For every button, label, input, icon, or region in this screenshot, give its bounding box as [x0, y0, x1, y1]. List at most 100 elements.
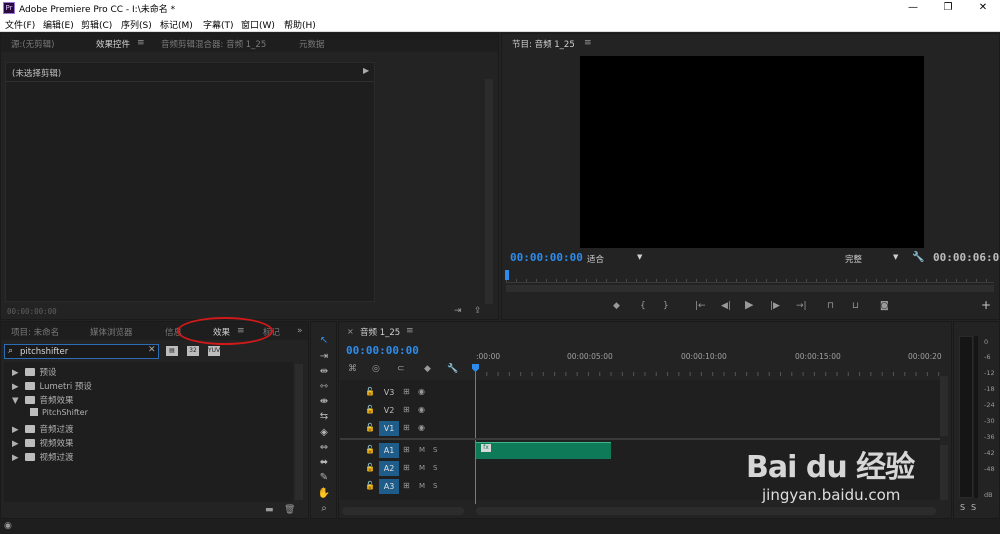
step-back-icon[interactable]: ◀| [721, 301, 731, 311]
tab-program[interactable]: 节目: 音频 1_25 [512, 38, 575, 50]
panel-menu-icon[interactable]: ≡ [406, 326, 414, 336]
expand-arrow-icon[interactable]: ▶ [12, 425, 19, 435]
eye-icon[interactable]: ◉ [418, 423, 425, 433]
track-divider[interactable] [340, 438, 940, 440]
extract-icon[interactable]: ⊔ [852, 301, 859, 311]
status-icon[interactable]: ◉ [4, 521, 12, 531]
new-folder-icon[interactable]: ▬ [265, 505, 274, 515]
quality-dropdown[interactable]: 完整 ▼ [845, 253, 905, 265]
go-to-out-icon[interactable]: →| [796, 301, 807, 311]
lock-icon[interactable]: 🔓 [365, 423, 375, 433]
track-target-a3[interactable]: A3 [379, 479, 399, 494]
pen-tool-icon[interactable]: ✎ [315, 471, 333, 485]
step-forward-icon[interactable]: |▶ [770, 301, 780, 311]
timeline-timecode[interactable]: 00:00:00:00 [346, 344, 419, 357]
audio-clip[interactable]: fx [476, 442, 611, 459]
program-zoom-bar[interactable] [506, 285, 994, 292]
add-marker-icon[interactable]: ◆ [424, 364, 431, 374]
lift-icon[interactable]: ⊓ [827, 301, 834, 311]
solo-right-button[interactable]: S [971, 503, 976, 512]
tab-project[interactable]: 项目: 未命名 [11, 326, 59, 338]
lock-icon[interactable]: 🔓 [365, 387, 375, 397]
effects-search-box[interactable]: ⌕ ✕ [4, 344, 159, 359]
ripple-edit-tool-icon[interactable]: ⇹ [315, 365, 333, 379]
solo-button[interactable]: S [433, 445, 437, 455]
mute-button[interactable]: M [419, 481, 425, 491]
sync-lock-icon[interactable]: ⊞ [403, 445, 410, 455]
32bit-effects-icon[interactable]: 32 [187, 346, 199, 356]
minimize-button[interactable]: — [898, 1, 928, 15]
solo-button[interactable]: S [433, 481, 437, 491]
track-target-a1[interactable]: A1 [379, 443, 399, 458]
scrollbar[interactable] [295, 364, 303, 500]
close-tab-icon[interactable]: × [347, 327, 354, 337]
sync-lock-icon[interactable]: ⊞ [403, 481, 410, 491]
play-icon[interactable]: ▶ [745, 299, 753, 310]
expand-arrow-icon[interactable]: ▶ [12, 453, 19, 463]
video-tracks-scrollbar[interactable] [940, 376, 948, 436]
timeline-settings-icon[interactable]: 🔧 [447, 364, 458, 374]
panel-menu-icon[interactable]: ≡ [584, 38, 592, 48]
mute-button[interactable]: M [419, 445, 425, 455]
lock-icon[interactable]: 🔓 [365, 445, 375, 455]
settings-wrench-icon[interactable]: 🔧 [912, 253, 924, 263]
restore-button[interactable]: ❐ [933, 1, 963, 15]
rate-stretch-tool-icon[interactable]: ⇼ [315, 395, 333, 409]
tab-media-browser[interactable]: 媒体浏览器 [90, 326, 133, 338]
timeline-ruler[interactable] [475, 366, 941, 378]
export-frame-icon[interactable]: ◙ [880, 301, 889, 311]
expand-arrow-icon[interactable]: ▶ [12, 382, 19, 392]
export-icon[interactable]: ⇥ [454, 306, 462, 316]
program-time-ruler[interactable] [506, 271, 994, 283]
eye-icon[interactable]: ◉ [418, 405, 425, 415]
collapse-arrow-icon[interactable]: ▼ [12, 396, 19, 406]
tab-audio-clip-mixer[interactable]: 音频剪辑混合器: 音频 1_25 [161, 38, 266, 50]
tab-sequence[interactable]: 音频 1_25 [360, 326, 400, 338]
track-select-tool-icon[interactable]: ⇥ [315, 350, 333, 364]
slip-tool-icon[interactable]: ⇆ [315, 410, 333, 424]
lock-icon[interactable]: 🔓 [365, 463, 375, 473]
slide-tool-icon[interactable]: ⇔ [315, 441, 333, 455]
accelerated-effects-icon[interactable]: ▤ [166, 346, 178, 356]
tree-item-lumetri-presets[interactable]: ▶ Lumetri 预设 [12, 380, 92, 394]
expand-arrow-icon[interactable]: ▶ [12, 368, 19, 378]
share-icon[interactable]: ⇪ [474, 306, 482, 316]
menu-help[interactable]: 帮助(H) [284, 18, 316, 31]
mark-out-icon[interactable]: } [663, 301, 669, 311]
track-target-v1[interactable]: V1 [379, 421, 399, 436]
tab-source[interactable]: 源:(无剪辑) [11, 38, 55, 50]
expand-arrow-icon[interactable]: ▶ [12, 439, 19, 449]
rolling-edit-tool-icon[interactable]: ⇿ [315, 380, 333, 394]
solo-button[interactable]: S [433, 463, 437, 473]
more-panels-icon[interactable]: » [297, 326, 303, 336]
mark-in-icon[interactable]: { [640, 301, 646, 311]
timeline-zoom-scrollbar[interactable] [342, 507, 464, 515]
add-button-icon[interactable]: + [981, 299, 991, 311]
tree-item-presets[interactable]: ▶ 预设 [12, 366, 57, 380]
clear-search-icon[interactable]: ✕ [148, 345, 156, 355]
expand-arrow-icon[interactable]: ▶ [363, 66, 369, 75]
program-timecode-current[interactable]: 00:00:00:00 [510, 251, 583, 264]
tree-item-video-transitions[interactable]: ▶ 视频过渡 [12, 451, 74, 465]
tree-item-audio-transitions[interactable]: ▶ 音频过渡 [12, 423, 74, 437]
menu-window[interactable]: 窗口(W) [241, 18, 275, 31]
linked-selection-icon[interactable]: ⊂ [397, 364, 405, 374]
tree-item-pitchshifter[interactable]: PitchShifter [30, 408, 88, 422]
lock-icon[interactable]: 🔓 [365, 481, 375, 491]
playhead-line[interactable] [475, 369, 476, 504]
sync-lock-icon[interactable]: ⊞ [403, 387, 410, 397]
tab-metadata[interactable]: 元数据 [299, 38, 325, 50]
mute-button[interactable]: M [419, 463, 425, 473]
add-marker-icon[interactable]: ◆ [613, 301, 620, 311]
lock-icon[interactable]: 🔓 [365, 405, 375, 415]
timeline-horizontal-scrollbar[interactable] [476, 507, 936, 515]
track-target-v2[interactable]: V2 [379, 403, 399, 418]
menu-edit[interactable]: 编辑(E) [43, 18, 74, 31]
hand-tool-icon[interactable]: ✋ [315, 487, 333, 501]
track-select-forward-icon[interactable]: ⬌ [315, 456, 333, 470]
fit-dropdown[interactable]: 适合 ▼ [587, 253, 649, 265]
solo-left-button[interactable]: S [960, 503, 965, 512]
track-target-a2[interactable]: A2 [379, 461, 399, 476]
yuv-effects-icon[interactable]: YUV [208, 346, 220, 356]
selection-tool-icon[interactable]: ↖ [315, 334, 333, 348]
